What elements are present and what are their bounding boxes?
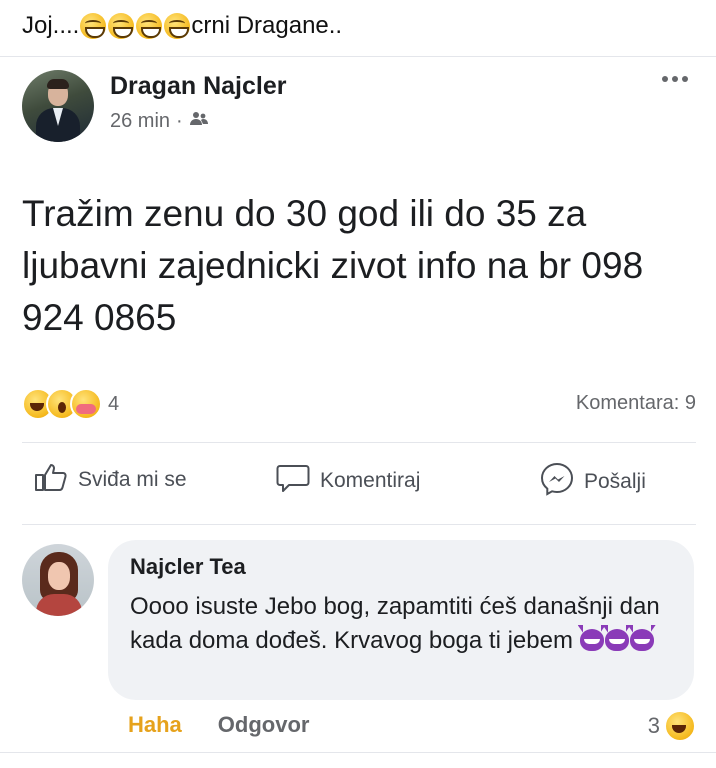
commenter-avatar[interactable] — [22, 544, 94, 616]
like-label: Sviđa mi se — [78, 468, 187, 491]
comment-bubble: Najcler Tea Oooo isuste Jebo bog, zapamt… — [108, 540, 694, 700]
caption-suffix: crni Dragane.. — [191, 12, 343, 39]
divider — [22, 524, 696, 525]
comment-reaction-count: 3 — [647, 713, 660, 738]
post-text: Tražim zenu do 30 god ili do 35 za ljuba… — [22, 193, 644, 338]
author-avatar[interactable] — [22, 70, 94, 142]
like-button[interactable]: Sviđa mi se — [34, 462, 187, 498]
divider — [0, 752, 716, 753]
commenter-name[interactable]: Najcler Tea — [130, 554, 246, 580]
meta-separator: · — [176, 110, 183, 132]
caption-prefix: Joj.... — [22, 12, 80, 39]
friends-icon[interactable] — [189, 110, 209, 133]
comment-label: Komentiraj — [320, 469, 421, 492]
grinning-face-icon — [108, 13, 135, 39]
divider — [0, 56, 716, 57]
grinning-face-icon — [136, 13, 163, 39]
author-name[interactable]: Dragan Najcler — [110, 72, 286, 101]
thumbs-up-icon — [34, 462, 68, 498]
shared-post-caption: Joj.... crni Dragane.. — [22, 10, 342, 42]
post-time[interactable]: 26 min — [110, 110, 170, 133]
comment-reply-button[interactable]: Odgovor — [218, 712, 310, 738]
comment-actions: Haha Odgovor — [128, 712, 309, 738]
post-meta: 26 min · — [110, 110, 209, 133]
reactions-summary[interactable]: 4 — [22, 388, 119, 420]
haha-reaction-icon — [664, 710, 696, 742]
comments-count[interactable]: Komentara: 9 — [576, 392, 696, 415]
smiling-devil-icon — [604, 629, 629, 651]
comment-button[interactable]: Komentiraj — [276, 462, 420, 500]
care-reaction-icon — [70, 388, 102, 420]
more-options-icon[interactable] — [662, 76, 688, 82]
post-actions-bar: Sviđa mi se Komentiraj Pošalji — [0, 462, 716, 506]
reaction-count: 4 — [108, 392, 120, 415]
smiling-devil-icon — [629, 629, 654, 651]
smiling-devil-icon — [579, 629, 604, 651]
divider — [22, 442, 696, 443]
comment-text: Oooo isuste Jebo bog, zapamtiti ćeš dana… — [130, 590, 670, 658]
messenger-icon — [540, 462, 574, 502]
send-label: Pošalji — [584, 470, 646, 493]
comment-bubble-icon — [276, 462, 310, 500]
comment-reaction-summary[interactable]: 3 — [648, 710, 696, 742]
comment-haha-button[interactable]: Haha — [128, 712, 182, 738]
grinning-face-icon — [80, 13, 107, 39]
send-button[interactable]: Pošalji — [540, 462, 646, 502]
grinning-face-icon — [164, 13, 191, 39]
